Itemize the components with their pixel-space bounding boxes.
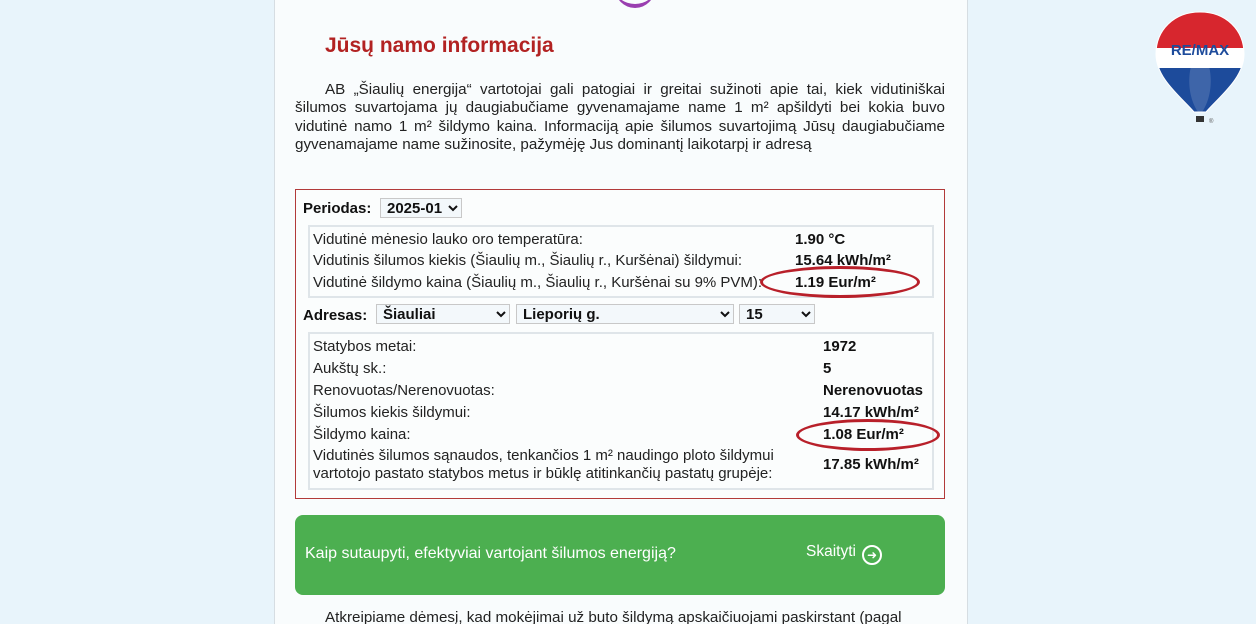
build-year-value: 1972 (823, 338, 857, 355)
build-year-label: Statybos metai: (313, 338, 417, 355)
highlight-oval-avg-price (760, 266, 920, 298)
renovation-value: Nerenovuotas (823, 382, 924, 399)
trademark-symbol: ® (1209, 118, 1214, 125)
avg-temperature-label: Vidutinė mėnesio lauko oro temperatūra: (313, 231, 583, 248)
avg-consumption-label-line1: Vidutinės šilumos sąnaudos, tenkančios 1… (313, 447, 774, 464)
read-more-link[interactable]: Skaityti ➜ (806, 543, 882, 565)
heating-price-label: Šildymo kaina: (313, 426, 411, 443)
intro-paragraph: AB „Šiaulių energija“ vartotojai gali pa… (295, 81, 945, 154)
avg-consumption-value: 17.85 kWh/m² (823, 456, 919, 473)
floors-value: 5 (823, 360, 832, 377)
arrow-circle-icon: ➜ (861, 545, 882, 565)
house-number-select[interactable]: 15 (739, 304, 815, 324)
floors-label: Aukštų sk.: (313, 360, 387, 377)
site-logo-fragment (615, 0, 655, 8)
street-select[interactable]: Lieporių g. (516, 304, 734, 324)
energy-saving-banner[interactable]: Kaip sutaupyti, efektyviai vartojant šil… (295, 515, 945, 595)
city-select[interactable]: Šiauliai (376, 304, 510, 324)
heat-amount-label: Šilumos kiekis šildymui: (313, 404, 471, 421)
remax-balloon-logo[interactable]: RE/MAX ® (1154, 8, 1246, 128)
banner-text: Kaip sutaupyti, efektyviai vartojant šil… (305, 545, 676, 562)
avg-heat-amount-label: Vidutinis šilumos kiekis (Šiaulių m., Ši… (313, 252, 743, 269)
highlight-oval-heating-price (796, 419, 940, 451)
page-title: Jūsų namo informacija (325, 34, 554, 57)
remax-logo-text: RE/MAX (1171, 42, 1229, 59)
period-select[interactable]: 2025-01 (380, 198, 462, 218)
period-label: Periodas: (303, 200, 372, 217)
building-table: Statybos metai: 1972 Aukštų sk.: 5 Renov… (308, 332, 934, 490)
main-page: Jūsų namo informacija AB „Šiaulių energi… (274, 0, 968, 624)
info-panel: Periodas: 2025-01 Vidutinė mėnesio lauko… (295, 189, 945, 499)
avg-temperature-value: 1.90 °C (795, 231, 846, 248)
address-label: Adresas: (303, 307, 368, 324)
avg-consumption-label-line2: vartotojo pastato statybos metus ir būkl… (313, 465, 773, 482)
renovation-label: Renovuotas/Nerenovuotas: (313, 382, 495, 399)
avg-heating-price-label: Vidutinė šildymo kaina (Šiaulių m., Šiau… (313, 274, 763, 291)
bottom-paragraph: Atkreipiame dėmesį, kad mokėjimai už but… (325, 609, 902, 624)
